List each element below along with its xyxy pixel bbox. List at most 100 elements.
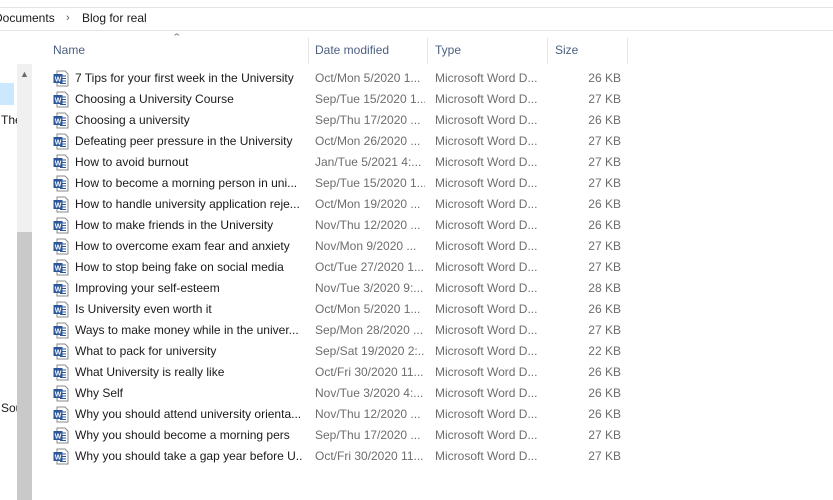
- file-type: Microsoft Word D...: [435, 92, 538, 106]
- file-row[interactable]: W Is University even worth it Oct/Mon 5/20…: [45, 299, 635, 320]
- svg-text:W: W: [55, 454, 62, 461]
- file-row[interactable]: W How to avoid burnout Jan/Tue 5/2021 4:..…: [45, 152, 635, 173]
- window-top-edge: [0, 0, 833, 8]
- file-date-modified: Oct/Mon 5/2020 1...: [315, 302, 421, 316]
- file-row[interactable]: W Improving your self-esteem Nov/Tue 3/202…: [45, 278, 635, 299]
- file-row[interactable]: W Why you should take a gap year before U…: [45, 446, 635, 467]
- file-row[interactable]: W What University is really like Oct/Fri 3…: [45, 362, 635, 383]
- file-name[interactable]: Why Self: [75, 383, 303, 404]
- file-row[interactable]: W Choosing a university Sep/Thu 17/2020 ..…: [45, 110, 635, 131]
- file-name[interactable]: Why you should become a morning pers: [75, 425, 303, 446]
- file-name[interactable]: How to handle university application rej…: [75, 194, 303, 215]
- breadcrumb[interactable]: Documents › Blog for real: [0, 8, 833, 31]
- svg-text:W: W: [55, 97, 62, 104]
- file-date-modified: Nov/Tue 3/2020 9:...: [315, 281, 424, 295]
- word-document-icon: W: [53, 301, 69, 318]
- file-size: 26 KB: [588, 218, 621, 232]
- file-row[interactable]: W How to make friends in the University No…: [45, 215, 635, 236]
- file-type: Microsoft Word D...: [435, 344, 538, 358]
- breadcrumb-documents[interactable]: Documents: [0, 11, 55, 25]
- file-type: Microsoft Word D...: [435, 365, 538, 379]
- file-date-modified: Sep/Tue 15/2020 1...: [315, 92, 425, 106]
- file-row[interactable]: W How to become a morning person in uni..…: [45, 173, 635, 194]
- file-row[interactable]: W 7 Tips for your first week in the Unive…: [45, 68, 635, 89]
- file-name[interactable]: How to make friends in the University: [75, 215, 303, 236]
- file-date-modified: Oct/Tue 27/2020 1...: [315, 260, 424, 274]
- file-row[interactable]: W Why you should attend university orient…: [45, 404, 635, 425]
- word-document-icon: W: [53, 259, 69, 276]
- scrollbar-thumb[interactable]: [17, 232, 32, 500]
- file-row[interactable]: W Why Self Nov/Tue 3/2020 4:... Microsoft W…: [45, 383, 635, 404]
- column-header-name[interactable]: Name: [45, 38, 309, 64]
- file-row[interactable]: W Ways to make money while in the univer.…: [45, 320, 635, 341]
- scroll-up-icon[interactable]: ▲: [17, 69, 32, 79]
- file-name[interactable]: 7 Tips for your first week in the Univer…: [75, 68, 303, 89]
- file-size: 26 KB: [588, 71, 621, 85]
- file-date-modified: Sep/Sat 19/2020 2:...: [315, 344, 425, 358]
- file-size: 27 KB: [588, 428, 621, 442]
- column-header-date-modified[interactable]: Date modified: [307, 38, 428, 64]
- word-document-icon: W: [53, 217, 69, 234]
- word-document-icon: W: [53, 322, 69, 339]
- file-date-modified: Oct/Mon 26/2020 ...: [315, 134, 421, 148]
- chevron-right-icon[interactable]: ›: [66, 12, 70, 24]
- svg-text:W: W: [55, 223, 62, 230]
- file-name[interactable]: Choosing a university: [75, 110, 303, 131]
- file-name[interactable]: Defeating peer pressure in the Universit…: [75, 131, 303, 152]
- breadcrumb-current-folder[interactable]: Blog for real: [82, 11, 147, 25]
- svg-text:W: W: [55, 286, 62, 293]
- file-date-modified: Nov/Tue 3/2020 4:...: [315, 386, 424, 400]
- file-row[interactable]: W Choosing a University Course Sep/Tue 15/…: [45, 89, 635, 110]
- file-name[interactable]: Is University even worth it: [75, 299, 303, 320]
- file-type: Microsoft Word D...: [435, 239, 538, 253]
- column-header-type[interactable]: Type: [427, 38, 548, 64]
- file-name[interactable]: What University is really like: [75, 362, 303, 383]
- file-size: 22 KB: [588, 344, 621, 358]
- file-type: Microsoft Word D...: [435, 71, 538, 85]
- svg-text:W: W: [55, 307, 62, 314]
- file-row[interactable]: W How to stop being fake on social media O…: [45, 257, 635, 278]
- word-document-icon: W: [53, 91, 69, 108]
- file-name[interactable]: How to stop being fake on social media: [75, 257, 303, 278]
- column-header-row: Name Date modified Type Size: [45, 38, 635, 64]
- word-document-icon: W: [53, 112, 69, 129]
- file-name[interactable]: How to become a morning person in uni...: [75, 173, 303, 194]
- file-row[interactable]: W How to handle university application re…: [45, 194, 635, 215]
- svg-text:W: W: [55, 433, 62, 440]
- file-row[interactable]: W Why you should become a morning pers Sep…: [45, 425, 635, 446]
- file-row[interactable]: W Defeating peer pressure in the Universi…: [45, 131, 635, 152]
- file-name[interactable]: How to overcome exam fear and anxiety: [75, 236, 303, 257]
- file-date-modified: Oct/Mon 5/2020 1...: [315, 71, 421, 85]
- nav-selected-item[interactable]: [0, 83, 14, 105]
- svg-text:W: W: [55, 328, 62, 335]
- word-document-icon: W: [53, 175, 69, 192]
- file-size: 27 KB: [588, 92, 621, 106]
- file-type: Microsoft Word D...: [435, 449, 538, 463]
- file-row[interactable]: W What to pack for university Sep/Sat 19/2…: [45, 341, 635, 362]
- file-size: 27 KB: [588, 155, 621, 169]
- file-name[interactable]: Choosing a University Course: [75, 89, 303, 110]
- file-name[interactable]: What to pack for university: [75, 341, 303, 362]
- file-date-modified: Sep/Thu 17/2020 ...: [315, 428, 421, 442]
- navigation-pane[interactable]: The Sou ▲: [0, 31, 34, 500]
- file-name[interactable]: Why you should take a gap year before U.…: [75, 446, 303, 467]
- file-size: 27 KB: [588, 239, 621, 253]
- file-name[interactable]: Ways to make money while in the univer..…: [75, 320, 303, 341]
- file-type: Microsoft Word D...: [435, 281, 538, 295]
- file-size: 27 KB: [588, 323, 621, 337]
- file-size: 26 KB: [588, 302, 621, 316]
- file-type: Microsoft Word D...: [435, 407, 538, 421]
- file-type: Microsoft Word D...: [435, 218, 538, 232]
- file-name[interactable]: How to avoid burnout: [75, 152, 303, 173]
- file-name[interactable]: Improving your self-esteem: [75, 278, 303, 299]
- word-document-icon: W: [53, 385, 69, 402]
- nav-scrollbar[interactable]: ▲: [17, 64, 32, 500]
- column-header-size[interactable]: Size: [547, 38, 628, 64]
- svg-text:W: W: [55, 118, 62, 125]
- file-row[interactable]: W How to overcome exam fear and anxiety No…: [45, 236, 635, 257]
- word-document-icon: W: [53, 154, 69, 171]
- svg-text:W: W: [55, 181, 62, 188]
- file-type: Microsoft Word D...: [435, 176, 538, 190]
- file-type: Microsoft Word D...: [435, 386, 538, 400]
- file-name[interactable]: Why you should attend university orienta…: [75, 404, 303, 425]
